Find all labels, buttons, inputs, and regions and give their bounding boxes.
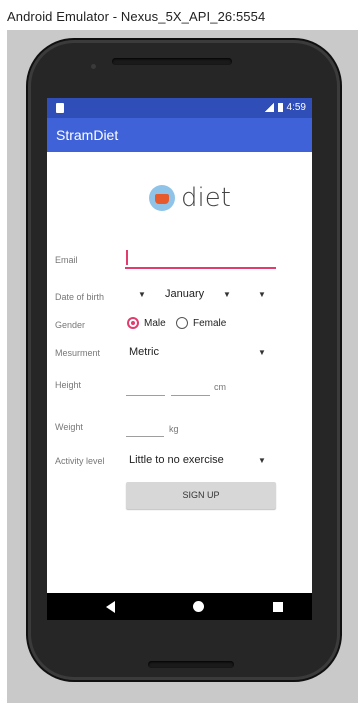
gender-female-radio[interactable] (176, 317, 188, 329)
dob-month-dropdown[interactable]: ▼ (223, 290, 231, 299)
top-speaker (112, 58, 232, 65)
dob-month-value[interactable]: January (165, 288, 204, 300)
navigation-bar (47, 593, 312, 620)
text-cursor (126, 250, 128, 265)
measurement-value[interactable]: Metric (129, 346, 159, 358)
gender-female-label[interactable]: Female (193, 318, 226, 329)
height-input-1[interactable] (126, 395, 165, 396)
app-title: StramDiet (56, 127, 119, 143)
logo-text: diet (181, 183, 231, 213)
diet-logo-icon (149, 185, 175, 211)
bottom-speaker (148, 661, 234, 668)
height-label: Height (55, 380, 82, 390)
status-bar: 4:59 (47, 98, 312, 118)
front-camera (91, 64, 96, 69)
battery-icon (277, 103, 283, 112)
recent-apps-icon[interactable] (273, 602, 283, 612)
emulator-window-title: Android Emulator - Nexus_5X_API_26:5554 (7, 9, 266, 24)
activity-label: Activity level (55, 456, 105, 466)
status-time: 4:59 (286, 102, 306, 113)
activity-dropdown[interactable]: ▼ (258, 456, 266, 465)
app-logo: diet (149, 183, 231, 213)
weight-label: Weight (55, 422, 83, 432)
weight-unit: kg (169, 424, 179, 434)
back-icon[interactable] (106, 601, 115, 613)
app-bar: StramDiet (47, 118, 312, 152)
sim-card-icon (56, 103, 64, 113)
activity-value[interactable]: Little to no exercise (129, 454, 224, 466)
dob-year-dropdown[interactable]: ▼ (258, 290, 266, 299)
email-field[interactable] (125, 248, 276, 269)
measurement-dropdown[interactable]: ▼ (258, 348, 266, 357)
dob-label: Date of birth (55, 292, 105, 302)
home-icon[interactable] (193, 601, 204, 612)
email-label: Email (55, 255, 78, 265)
height-input-2[interactable] (171, 395, 210, 396)
weight-input[interactable] (126, 436, 164, 437)
signal-icon (263, 103, 274, 112)
device-screen: 4:59 StramDiet diet Email Date of birth … (47, 98, 312, 620)
status-icons: 4:59 (263, 102, 306, 113)
gender-male-radio[interactable] (127, 317, 139, 329)
dob-day-dropdown[interactable]: ▼ (138, 290, 146, 299)
gender-label: Gender (55, 320, 86, 330)
gender-male-label[interactable]: Male (144, 318, 166, 329)
height-unit: cm (214, 382, 226, 392)
measurement-label: Mesurment (55, 348, 101, 358)
sign-up-button[interactable]: SIGN UP (126, 482, 276, 509)
